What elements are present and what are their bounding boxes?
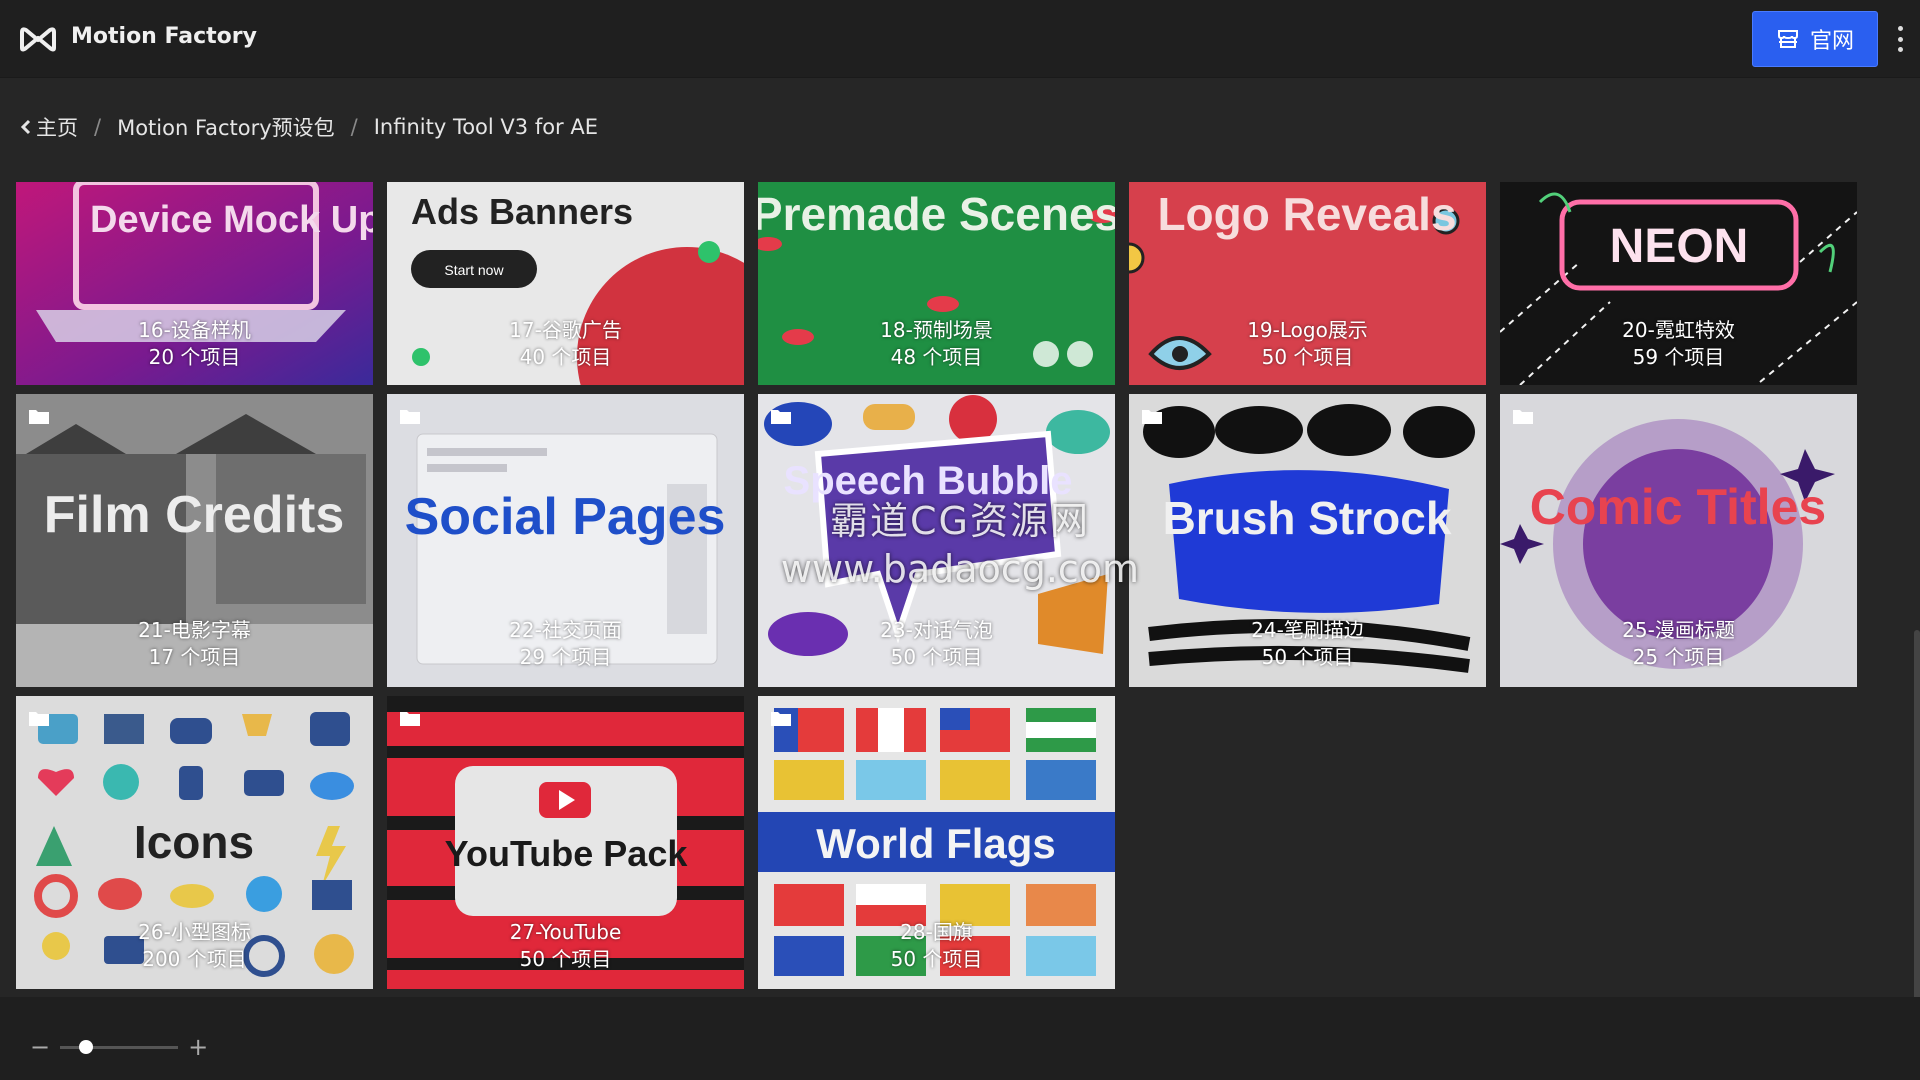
card-count: 50 个项目 [890,947,983,971]
card-count: 25 个项目 [1632,645,1725,669]
preset-card-youtube-pack[interactable]: YouTube Pack 27-YouTube 50 个项目 [387,696,744,989]
card-count: 50 个项目 [1261,345,1354,369]
app-title: Motion Factory [71,24,257,49]
card-name: 23-对话气泡 [880,618,993,642]
card-name: 18-预制场景 [880,318,993,342]
neon-art-title: NEON [1610,220,1749,273]
card-count: 50 个项目 [519,947,612,971]
preset-card-premade-scenes[interactable]: Premade Scenes 18-预制场景 48 个项目 [758,182,1115,385]
card-count: 59 个项目 [1632,345,1725,369]
film-credits-art-title: Film Credits [44,486,345,544]
card-name: 28-国旗 [900,920,973,944]
ads-banners-start-button-text: Start now [444,262,504,278]
preset-card-speech-bubble[interactable]: Speech Bubble 23-对话气泡 50 个项目 [758,394,1115,687]
app-header: Motion Factory 官网 [0,0,1920,78]
preset-card-logo-reveals[interactable]: Logo Reveals 19-Logo展示 50 个项目 [1129,182,1486,385]
breadcrumb-level1[interactable]: Motion Factory预设包 [117,112,335,142]
card-name: 22-社交页面 [509,618,622,642]
breadcrumb-level2: Infinity Tool V3 for AE [373,115,598,139]
folder-icon [771,410,791,424]
preset-card-comic-titles[interactable]: Comic Titles 25-漫画标题 25 个项目 [1500,394,1857,687]
card-count: 50 个项目 [890,645,983,669]
zoom-slider[interactable] [60,1039,179,1054]
card-count: 20 个项目 [148,345,241,369]
card-count: 50 个项目 [1261,645,1354,669]
social-pages-art-title: Social Pages [405,488,726,546]
card-name: 26-小型图标 [138,920,251,944]
card-count: 200 个项目 [142,947,247,971]
card-count: 40 个项目 [519,345,612,369]
preset-card-film-credits[interactable]: Film Credits 21-电影字幕 17 个项目 [16,394,373,687]
breadcrumb-separator: / [350,115,358,139]
folder-icon [400,712,420,726]
card-count: 48 个项目 [890,345,983,369]
ads-banners-art-title: Ads Banners [411,191,633,232]
card-count: 29 个项目 [519,645,612,669]
vertical-scrollbar[interactable] [1914,630,1920,1000]
zoom-in-button[interactable]: + [188,1033,208,1061]
world-flags-art-title: World Flags [816,820,1056,867]
comic-titles-art-title: Comic Titles [1530,479,1826,535]
folder-icon [29,712,49,726]
brush-strock-art-title: Brush Strock [1163,492,1452,544]
footer-bar [0,997,1920,1080]
preset-card-brush-strock[interactable]: Brush Strock 24-笔刷描边 50 个项目 [1129,394,1486,687]
card-name: 20-霓虹特效 [1622,318,1735,342]
zoom-out-button[interactable]: − [30,1033,50,1061]
folder-icon [771,712,791,726]
breadcrumb-home[interactable]: 主页 [20,112,78,142]
logo-reveals-art-title: Logo Reveals [1157,188,1456,240]
device-mockups-art-title: Device Mock Ups [90,199,373,241]
preset-card-ads-banners[interactable]: Start now Ads Banners 17-谷歌广告 40 个项目 [387,182,744,385]
card-name: 21-电影字幕 [138,618,251,642]
folder-icon [1142,410,1162,424]
preset-card-neon[interactable]: NEON 20-霓虹特效 59 个项目 [1500,182,1857,385]
card-name: 27-YouTube [509,920,622,944]
zoom-slider-thumb[interactable] [79,1039,94,1054]
motion-factory-logo-icon[interactable] [18,24,58,52]
speech-bubble-art-title: Speech Bubble [784,459,1073,503]
card-count: 17 个项目 [148,645,241,669]
card-name: 19-Logo展示 [1247,318,1368,342]
chevron-left-icon [20,119,31,135]
breadcrumb-home-label: 主页 [36,116,78,140]
preset-card-icons[interactable]: Icons 26-小型图标 200 个项目 [16,696,373,989]
youtube-pack-art-title: YouTube Pack [445,833,689,874]
zoom-control: − + [30,1033,208,1061]
official-site-label: 官网 [1809,29,1854,54]
official-site-button[interactable]: 官网 [1752,11,1878,67]
card-name: 24-笔刷描边 [1251,618,1364,642]
card-name: 25-漫画标题 [1622,618,1735,642]
breadcrumb: 主页 / Motion Factory预设包 / Infinity Tool V… [20,112,598,142]
card-name: 16-设备样机 [138,318,251,342]
store-icon [1777,30,1798,48]
preset-card-world-flags[interactable]: World Flags 28-国旗 50 个项目 [758,696,1115,989]
folder-icon [29,410,49,424]
breadcrumb-separator: / [94,115,102,139]
icons-art-title: Icons [134,816,254,868]
folder-icon [400,410,420,424]
preset-card-social-pages[interactable]: Social Pages 22-社交页面 29 个项目 [387,394,744,687]
folder-icon [1513,410,1533,424]
card-name: 17-谷歌广告 [509,318,622,342]
preset-card-device-mockups[interactable]: Device Mock Ups 16-设备样机 20 个项目 [16,182,373,385]
kebab-menu-icon[interactable] [1890,22,1910,56]
premade-scenes-art-title: Premade Scenes [758,188,1115,240]
